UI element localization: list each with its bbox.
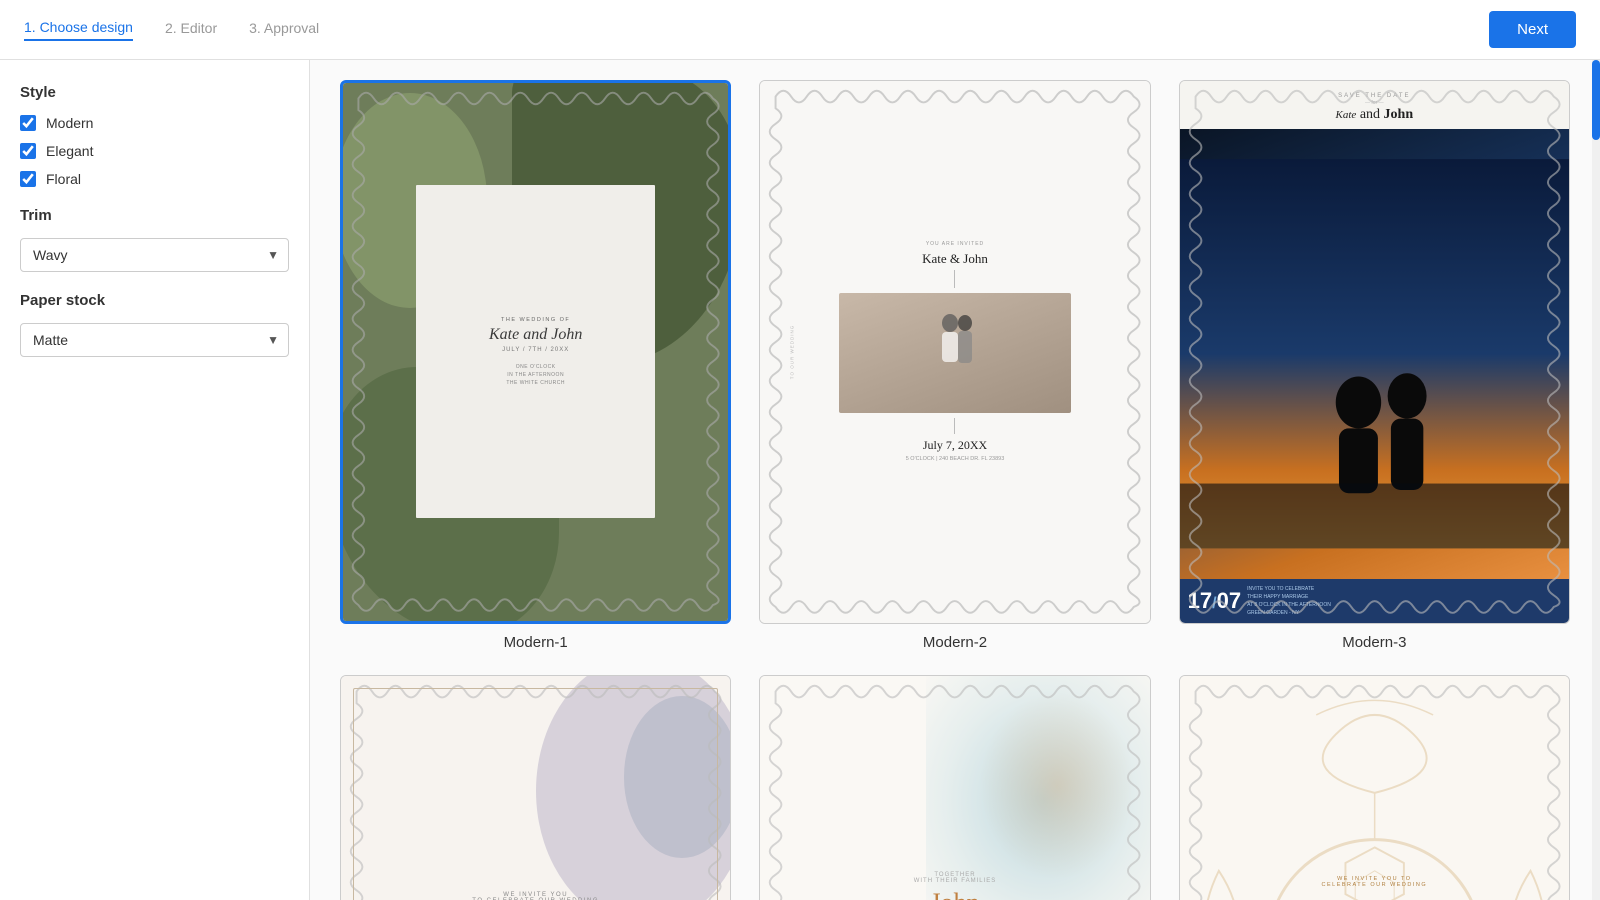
trim-select-wrapper: Wavy Straight Rounded ▼	[20, 238, 289, 272]
card-modern-1-image[interactable]: THE WEDDING OF Kate and John JULY / 7TH …	[340, 80, 731, 624]
card-modern-2[interactable]: YOU ARE INVITED Kate & John	[759, 80, 1150, 651]
card-elegant-1-image[interactable]: WE INVITE YOUTO CELEBRATE OUR WEDDING Ka…	[340, 675, 731, 900]
style-elegant-row: Elegant	[20, 143, 289, 159]
card-modern-3-image[interactable]: SAVE THE DATE — for — Kate and John	[1179, 80, 1570, 624]
trim-select[interactable]: Wavy Straight Rounded	[20, 238, 289, 272]
style-floral-row: Floral	[20, 171, 289, 187]
scrollbar-thumb[interactable]	[1592, 60, 1600, 140]
step-editor[interactable]: 2. Editor	[165, 20, 217, 40]
style-modern-row: Modern	[20, 115, 289, 131]
style-modern-label[interactable]: Modern	[46, 115, 93, 131]
gallery-grid: THE WEDDING OF Kate and John JULY / 7TH …	[340, 80, 1570, 900]
step-choose-design[interactable]: 1. Choose design	[24, 19, 133, 41]
style-title: Style	[20, 84, 289, 101]
main-layout: Style Modern Elegant Floral Trim Wavy St…	[0, 60, 1600, 900]
card-elegant-2[interactable]: TOGETHERWITH THEIR FAMILIES John and Nat…	[759, 675, 1150, 900]
style-floral-checkbox[interactable]	[20, 171, 36, 187]
sidebar: Style Modern Elegant Floral Trim Wavy St…	[0, 60, 310, 900]
stepper: 1. Choose design 2. Editor 3. Approval	[24, 19, 319, 41]
card-modern-3-label: Modern-3	[1342, 634, 1406, 651]
card-elegant-3[interactable]: WE INVITE YOU TOCELEBRATE OUR WEDDING Ol…	[1179, 675, 1570, 900]
style-floral-label[interactable]: Floral	[46, 171, 81, 187]
style-elegant-label[interactable]: Elegant	[46, 143, 93, 159]
card-modern-3[interactable]: SAVE THE DATE — for — Kate and John	[1179, 80, 1570, 651]
card-modern-1[interactable]: THE WEDDING OF Kate and John JULY / 7TH …	[340, 80, 731, 651]
trim-divider: Trim Wavy Straight Rounded ▼	[20, 207, 289, 272]
card-elegant-2-image[interactable]: TOGETHERWITH THEIR FAMILIES John and Nat…	[759, 675, 1150, 900]
card-elegant-1[interactable]: WE INVITE YOUTO CELEBRATE OUR WEDDING Ka…	[340, 675, 731, 900]
step-approval[interactable]: 3. Approval	[249, 20, 319, 40]
paper-select-wrapper: Matte Glossy Satin ▼	[20, 323, 289, 357]
style-elegant-checkbox[interactable]	[20, 143, 36, 159]
trim-title: Trim	[20, 207, 289, 224]
next-button[interactable]: Next	[1489, 11, 1576, 48]
paper-title: Paper stock	[20, 292, 289, 309]
card-elegant-3-image[interactable]: WE INVITE YOU TOCELEBRATE OUR WEDDING Ol…	[1179, 675, 1570, 900]
style-modern-checkbox[interactable]	[20, 115, 36, 131]
scrollbar-track	[1592, 60, 1600, 900]
paper-select[interactable]: Matte Glossy Satin	[20, 323, 289, 357]
card-modern-2-image[interactable]: YOU ARE INVITED Kate & John	[759, 80, 1150, 624]
gallery: THE WEDDING OF Kate and John JULY / 7TH …	[310, 60, 1600, 900]
paper-divider: Paper stock Matte Glossy Satin ▼	[20, 292, 289, 357]
card-modern-1-label: Modern-1	[504, 634, 568, 651]
header: 1. Choose design 2. Editor 3. Approval N…	[0, 0, 1600, 60]
card-modern-2-label: Modern-2	[923, 634, 987, 651]
